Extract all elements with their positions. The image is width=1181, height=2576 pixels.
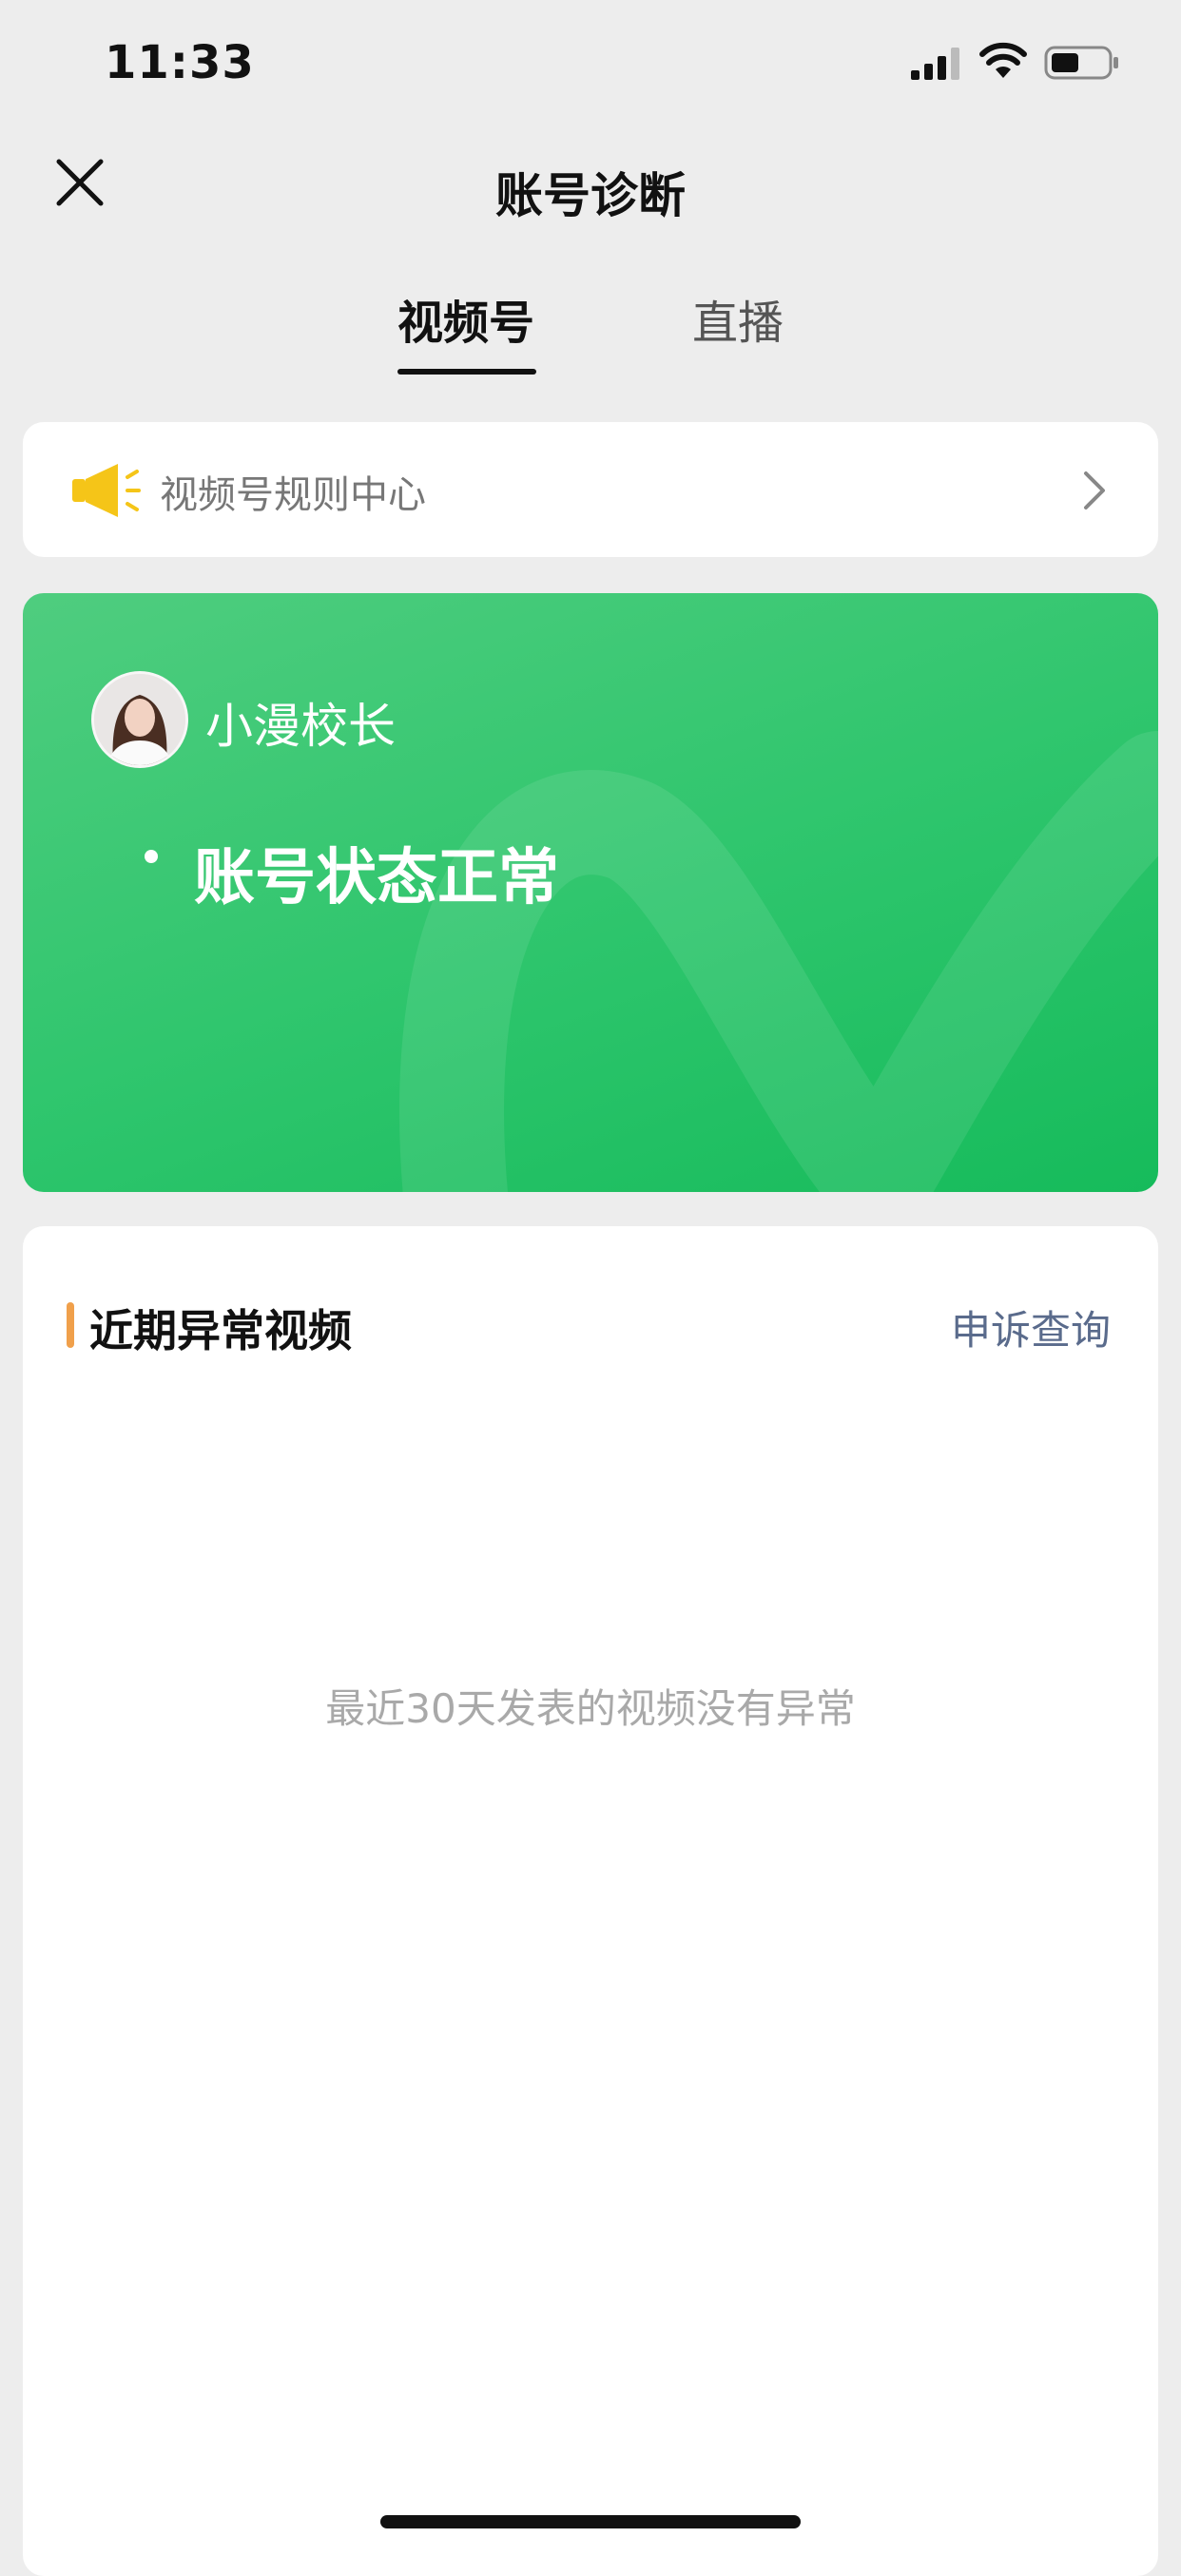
wifi-icon (979, 42, 1027, 78)
section-marker (67, 1302, 74, 1348)
active-tab-indicator (397, 369, 536, 375)
empty-state-message: 最近30天发表的视频没有异常 (325, 1685, 856, 1732)
account-status-card: 小漫校长 账号状态正常 (23, 593, 1158, 1192)
tab-video-account[interactable]: 视频号 (397, 285, 534, 352)
tab-live[interactable]: 直播 (692, 285, 784, 352)
megaphone-icon (72, 464, 141, 517)
chevron-right-icon (1084, 471, 1105, 509)
rules-center-label: 视频号规则中心 (160, 473, 426, 517)
rules-center-link[interactable]: 视频号规则中心 (23, 422, 1158, 557)
signal-icon (911, 48, 959, 80)
section-title: 近期异常视频 (89, 1305, 352, 1356)
page-title: 账号诊断 (495, 168, 686, 223)
abnormal-videos-section: 近期异常视频 申诉查询 最近30天发表的视频没有异常 (23, 1226, 1158, 2576)
home-indicator[interactable] (380, 2515, 801, 2528)
status-bar: 11:33 (0, 0, 1181, 124)
status-time: 11:33 (105, 36, 255, 89)
battery-icon (1044, 46, 1118, 80)
status-bullet (145, 850, 158, 863)
appeal-query-link[interactable]: 申诉查询 (951, 1298, 1111, 1356)
account-name: 小漫校长 (205, 699, 396, 754)
account-status-text: 账号状态正常 (194, 843, 559, 913)
avatar (91, 671, 188, 768)
